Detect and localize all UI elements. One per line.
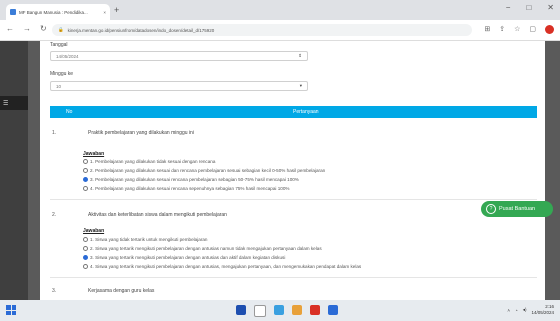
close-window-button[interactable]: ✕: [547, 3, 554, 12]
option-label: 3. Siswa yang tertarik mengikuti pembela…: [90, 255, 286, 260]
option-label: 4. Pembelajaran yang dilakukan sesuai re…: [90, 186, 290, 191]
tab-title: MF Bangun Manusia : Pendidika...: [19, 9, 88, 15]
option-label: 1. Pembelajaran yang dilakukan tidak ses…: [90, 159, 216, 164]
date-value: 14/05/2024: [56, 53, 79, 59]
start-menu-icon[interactable]: [236, 305, 246, 315]
row-divider: [50, 277, 537, 278]
windows-start-icon[interactable]: [6, 305, 16, 315]
option-label: 3. Pembelajaran yang dilakukan sesuai re…: [90, 177, 299, 182]
help-question-icon: ?: [486, 204, 496, 214]
radio-icon[interactable]: [83, 264, 88, 269]
chevron-up-icon[interactable]: ˄: [507, 308, 510, 313]
period-value: 10: [56, 83, 62, 89]
col-no: No: [66, 109, 73, 115]
question-number: 1.: [52, 130, 57, 136]
answer-label: Jawaban: [83, 151, 105, 157]
forward-arrow-icon[interactable]: →: [23, 24, 31, 33]
sidepanel-icon[interactable]: ▢: [529, 25, 536, 34]
maximize-button[interactable]: □: [526, 3, 531, 12]
option-label: 4. Siswa yang tertarik mengikuti pembela…: [90, 264, 362, 269]
help-center-button[interactable]: ? Pusat Bantuan: [481, 201, 553, 217]
clock[interactable]: 2:16 14/05/2024: [531, 304, 554, 316]
radio-selected-icon[interactable]: [83, 177, 88, 182]
row-divider: [50, 199, 537, 200]
radio-icon[interactable]: [83, 186, 88, 191]
toolbar-icons: ⊞ ⇪ ☆ ▢: [484, 25, 554, 34]
edge-icon[interactable]: [328, 305, 338, 315]
minimize-button[interactable]: −: [506, 3, 511, 12]
url-bar[interactable]: 🔒 kinerja.mentan.go.id/pensiunfrom/datad…: [52, 24, 472, 36]
radio-icon[interactable]: [83, 168, 88, 173]
question-number: 2.: [52, 212, 57, 218]
browser-tab[interactable]: MF Bangun Manusia : Pendidika... ×: [6, 4, 110, 20]
option-label: 2. Pembelajaran yang dilakukan sesuai da…: [90, 168, 326, 173]
form-card: Tanggal 14/05/2024 ⇕ Minggu ke 10 ▾ No P…: [40, 41, 545, 300]
date-spinner-icon[interactable]: ⇕: [298, 53, 302, 59]
task-view-icon[interactable]: [274, 305, 284, 315]
share-icon[interactable]: ⇪: [499, 25, 505, 34]
profile-avatar-icon[interactable]: [545, 25, 554, 34]
question-text: Praktik pembelajaran yang dilakukan ming…: [88, 130, 194, 136]
site-favicon-icon: [10, 9, 16, 15]
period-label: Minggu ke: [50, 71, 74, 77]
option-label: 1. Siswa yang tidak tertarik untuk mengi…: [90, 237, 208, 242]
answer-option[interactable]: 1. Siswa yang tidak tertarik untuk mengi…: [83, 237, 207, 242]
bookmark-star-icon[interactable]: ☆: [514, 25, 520, 34]
browser-titlebar: MF Bangun Manusia : Pendidika... × + − □…: [0, 0, 560, 20]
extension-icon[interactable]: ⊞: [484, 25, 490, 34]
left-sidebar: [0, 41, 28, 300]
answer-option[interactable]: 2. Siswa yang tertarik mengikuti pembela…: [83, 246, 322, 251]
search-icon[interactable]: [254, 305, 266, 317]
sidebar-menu-icon[interactable]: ☰: [0, 96, 28, 110]
lock-icon: 🔒: [58, 27, 64, 32]
tab-close-icon[interactable]: ×: [103, 10, 106, 15]
answer-option[interactable]: 4. Siswa yang tertarik mengikuti pembela…: [83, 264, 361, 269]
url-text: kinerja.mentan.go.id/pensiunfrom/datados…: [67, 27, 215, 33]
browser-toolbar: ← → ↻ 🔒 kinerja.mentan.go.id/pensiunfrom…: [0, 20, 560, 41]
answer-option[interactable]: 3. Siswa yang tertarik mengikuti pembela…: [83, 255, 285, 260]
date-label: Tanggal: [50, 42, 68, 48]
radio-icon[interactable]: [83, 246, 88, 251]
answer-option[interactable]: 3. Pembelajaran yang dilakukan sesuai re…: [83, 177, 299, 182]
date-field[interactable]: 14/05/2024 ⇕: [50, 51, 308, 61]
nav-buttons: ← → ↻: [6, 24, 47, 33]
answer-option[interactable]: 4. Pembelajaran yang dilakukan sesuai re…: [83, 186, 289, 191]
table-header: No Pertanyaan: [50, 106, 537, 118]
option-label: 2. Siswa yang tertarik mengikuti pembela…: [90, 246, 322, 251]
chrome-icon[interactable]: [310, 305, 320, 315]
answer-label: Jawaban: [83, 228, 105, 234]
system-tray: ˄ ◔ ◂) 2:16 14/05/2024: [507, 304, 554, 316]
radio-icon[interactable]: [83, 237, 88, 242]
new-tab-button[interactable]: +: [114, 5, 119, 15]
question-number: 3.: [52, 288, 57, 294]
help-button-label: Pusat Bantuan: [499, 206, 536, 212]
os-taskbar: ˄ ◔ ◂) 2:16 14/05/2024: [0, 300, 560, 321]
answer-option[interactable]: 2. Pembelajaran yang dilakukan sesuai da…: [83, 168, 325, 173]
radio-icon[interactable]: [83, 159, 88, 164]
chevron-down-icon: ▾: [299, 83, 302, 88]
answer-option[interactable]: 1. Pembelajaran yang dilakukan tidak ses…: [83, 159, 215, 164]
window-controls: − □ ✕: [506, 3, 554, 12]
taskbar-apps: [236, 305, 338, 317]
volume-icon[interactable]: ◂): [523, 307, 527, 313]
back-arrow-icon[interactable]: ←: [6, 24, 14, 33]
wifi-icon[interactable]: ◔: [515, 308, 518, 313]
reload-icon[interactable]: ↻: [40, 24, 47, 33]
radio-selected-icon[interactable]: [83, 255, 88, 260]
clock-date: 14/05/2024: [531, 310, 554, 315]
question-text: Aktivitas dan keterlibatan siswa dalam m…: [88, 212, 227, 218]
question-text: Kerjasama dengan guru kelas: [88, 288, 155, 294]
file-explorer-icon[interactable]: [292, 305, 302, 315]
col-question: Pertanyaan: [293, 109, 319, 115]
period-select[interactable]: 10 ▾: [50, 81, 308, 91]
